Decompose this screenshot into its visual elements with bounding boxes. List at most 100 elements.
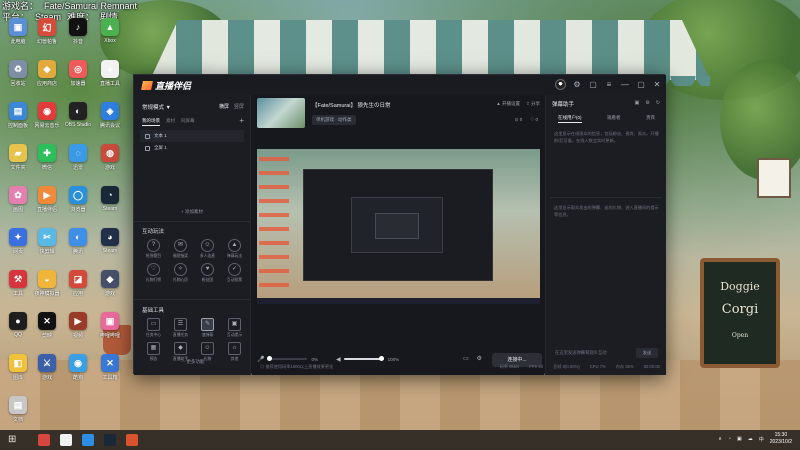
- desktop-icon[interactable]: ▤ 文档: [4, 396, 32, 430]
- desktop-icon[interactable]: ♪ 抖音: [64, 18, 92, 52]
- share-button[interactable]: ⇪ 分享: [526, 101, 540, 107]
- tool-button[interactable]: ☰ 直播任务: [167, 318, 194, 338]
- tool-button[interactable]: ☺ 多人连麦: [194, 239, 221, 259]
- start-button[interactable]: ⊞: [8, 435, 18, 445]
- desktop-icon[interactable]: ◆ 应用商店: [33, 60, 61, 94]
- tray-expand-icon[interactable]: ∧: [718, 436, 722, 442]
- desktop-icon[interactable]: ▰ 文件夹: [4, 144, 32, 178]
- desktop-icon[interactable]: ▲ Xbox: [96, 18, 124, 52]
- desktop-icon[interactable]: ✕ 工具箱: [96, 354, 124, 388]
- mode-dropdown[interactable]: 常规模式 ▼: [142, 103, 171, 111]
- desktop-icon[interactable]: ◒ 夜神模拟器: [33, 270, 61, 304]
- tab-online-users[interactable]: 在线用户(0): [558, 115, 582, 123]
- scene-item-text[interactable]: 文本 1: [140, 130, 244, 142]
- desktop-icon[interactable]: ◉ 酷狗: [64, 354, 92, 388]
- tab-viewers[interactable]: 观看者: [607, 115, 621, 123]
- input-method-icon[interactable]: 中: [759, 436, 764, 443]
- desktop-icon[interactable]: ▣ 哔哩哔哩: [96, 312, 124, 346]
- desktop-icon[interactable]: ◧ 图库: [4, 354, 32, 388]
- minimize-button[interactable]: —: [620, 80, 630, 90]
- desktop-icon[interactable]: ✿ 画图: [4, 186, 32, 220]
- live-settings-button[interactable]: ▲ 开播设置: [496, 101, 520, 107]
- desktop-icon[interactable]: ● QQ: [4, 312, 32, 346]
- desktop-icon[interactable]: ◈ 腾讯会议: [96, 102, 124, 136]
- taskbar-app-icon[interactable]: [38, 434, 50, 446]
- desktop-icon[interactable]: ◯ 浏览器: [64, 186, 92, 220]
- desktop-icon[interactable]: ◐ OBS Studio: [64, 102, 92, 136]
- accelerator-icon: ◎: [69, 60, 87, 78]
- desktop-icon[interactable]: ✚ 微信: [33, 144, 61, 178]
- tool-button[interactable]: ▣ 互动提示: [221, 318, 248, 338]
- desktop-icon[interactable]: ⚔ 游戏: [33, 354, 61, 388]
- room-title[interactable]: 【Fate/Samurai】 狼先生の日常: [312, 101, 391, 109]
- tool-icon: ▦: [147, 342, 160, 355]
- tray-app-icon[interactable]: ☁: [748, 436, 753, 442]
- popout-icon[interactable]: ▣: [635, 100, 640, 106]
- desktop-icon[interactable]: ◎ 加速器: [64, 60, 92, 94]
- tab-landscape[interactable]: 横屏: [219, 103, 229, 110]
- headset-icon[interactable]: ⚙: [572, 80, 582, 90]
- tool-button[interactable]: ✓ 互动投票: [221, 263, 248, 283]
- send-button[interactable]: 发送: [636, 348, 658, 358]
- desktop-icon[interactable]: ✦ 网页: [4, 228, 32, 262]
- desktop-icon[interactable]: ◉ 网易云音乐: [33, 102, 61, 136]
- close-button[interactable]: ✕: [652, 80, 662, 90]
- desktop-icon[interactable]: ◆ 游戏: [96, 270, 124, 304]
- desktop-icon[interactable]: ▣ 此电脑: [4, 18, 32, 52]
- tool-icon: ✓: [228, 263, 241, 276]
- desktop-icon[interactable]: ◍ 游戏: [96, 144, 124, 178]
- title-bar[interactable]: 直播伴侣 ⚙ ▢ ≡ — ▢ ✕: [134, 75, 666, 95]
- taskbar-app-icon[interactable]: [60, 434, 72, 446]
- tool-button[interactable]: ♡ 礼物打榜: [140, 263, 167, 283]
- taskbar-app-icon[interactable]: [104, 434, 116, 446]
- desktop-icon[interactable]: ◐ 腾讯: [64, 228, 92, 262]
- desktop-icon[interactable]: ▶ 直播伴侣: [33, 186, 61, 220]
- tool-button[interactable]: ✉ 福袋抽奖: [167, 239, 194, 259]
- clock[interactable]: 15:30 2023/10/2: [770, 432, 792, 446]
- tray-app-icon[interactable]: ▣: [737, 436, 742, 442]
- desktop-icon[interactable]: ◌ 迅雷: [64, 144, 92, 178]
- danmu-input[interactable]: 在这里发送弹幕和观众互动: [552, 346, 626, 359]
- room-category-tag[interactable]: 单机游戏 · 动作类: [312, 115, 356, 125]
- taskbar-app-icon[interactable]: [126, 434, 138, 446]
- add-scene-button[interactable]: +: [239, 116, 244, 125]
- tab-mirror[interactable]: 同屏幕: [181, 118, 195, 126]
- tab-materials[interactable]: 素材: [166, 118, 175, 126]
- desktop-icon[interactable]: ✕ 剪映: [33, 312, 61, 346]
- tab-my-scenes[interactable]: 我的场景: [142, 118, 160, 126]
- tool-label: 互动投票: [226, 278, 243, 282]
- tool-button[interactable]: ♥ 粉丝团: [194, 263, 221, 283]
- desktop-icon[interactable]: ▤ 控制面板: [4, 102, 32, 136]
- tray-app-icon[interactable]: ◔: [728, 436, 731, 442]
- refresh-icon[interactable]: ↻: [656, 100, 660, 106]
- desktop-icon[interactable]: 幻幻兽帕鲁: [33, 18, 61, 52]
- tool-button[interactable]: ✧ 礼物心愿: [167, 263, 194, 283]
- taskbar-app-icon[interactable]: [82, 434, 94, 446]
- tab-portrait[interactable]: 竖屏: [234, 103, 244, 110]
- scene-item-fullscreen[interactable]: 全屏 1: [140, 142, 244, 154]
- more-features-button[interactable]: ⋯ 更多功能: [134, 359, 251, 365]
- tool-button[interactable]: ▭ 任务中心: [140, 318, 167, 338]
- screen-icon[interactable]: ▢: [588, 80, 598, 90]
- desktop-icon[interactable]: ⚒ 工具: [4, 270, 32, 304]
- maximize-button[interactable]: ▢: [636, 80, 646, 90]
- desktop-icon[interactable]: ♻ 回收站: [4, 60, 32, 94]
- tab-vip[interactable]: 贵宾: [646, 115, 655, 123]
- stream-preview[interactable]: [257, 149, 540, 304]
- desktop-icon[interactable]: ◕ Steam: [96, 228, 124, 262]
- user-avatar[interactable]: [555, 79, 566, 90]
- desktop-icon[interactable]: ▶ 视频: [64, 312, 92, 346]
- settings-icon[interactable]: ⚙: [645, 100, 649, 106]
- tool-button[interactable]: ? 抢答题目: [140, 239, 167, 259]
- desktop-icon[interactable]: ◔ Steam: [96, 186, 124, 220]
- microphone-volume-slider[interactable]: [267, 356, 308, 361]
- speaker-volume-slider[interactable]: [343, 356, 384, 361]
- desktop-icon[interactable]: ● 直播工具: [96, 60, 124, 94]
- room-cover-thumbnail[interactable]: [257, 98, 305, 128]
- add-source-button[interactable]: + 添加素材: [140, 209, 244, 215]
- desktop-icon[interactable]: ◪ 应用: [64, 270, 92, 304]
- tool-button[interactable]: ✎ 速弹幕: [194, 318, 221, 338]
- tool-button[interactable]: ▲ 弹幕玩法: [221, 239, 248, 259]
- desktop-icon[interactable]: ✂ 快剪辑: [33, 228, 61, 262]
- menu-icon[interactable]: ≡: [604, 80, 614, 90]
